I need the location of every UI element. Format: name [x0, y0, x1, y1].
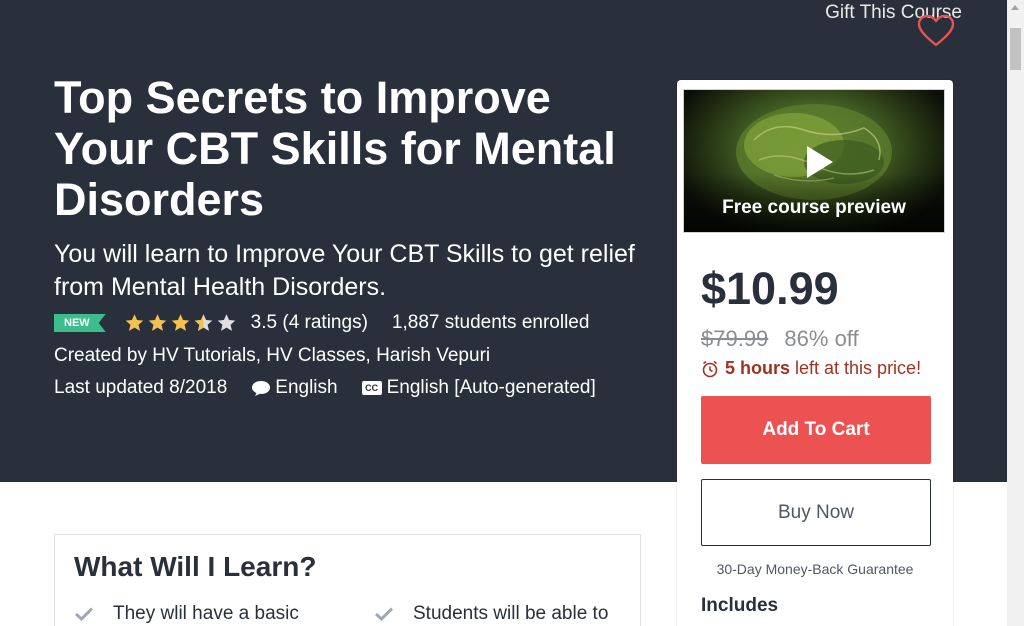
- check-icon: [375, 607, 393, 621]
- current-price: $10.99: [701, 263, 839, 314]
- add-to-cart-button[interactable]: Add To Cart: [701, 396, 931, 464]
- timer-hours: 5 hours: [725, 358, 791, 378]
- sale-timer: 5 hours left at this price!: [701, 358, 921, 379]
- original-price: $79.99: [701, 326, 769, 351]
- purchase-sidebar: Free course preview $10.99 $79.99 86% of…: [677, 80, 953, 626]
- star-half-icon: [194, 314, 212, 331]
- rating-row: NEW 3.5 (4 ratings) 1,887 students enrol…: [54, 311, 589, 335]
- price-discount: $79.99 86% off: [701, 326, 859, 352]
- rating-text[interactable]: 3.5 (4 ratings): [251, 312, 368, 334]
- course-language: English: [275, 377, 338, 398]
- course-subtitle: You will learn to Improve Your CBT Skill…: [54, 240, 635, 301]
- star-rating: [124, 313, 239, 333]
- star-icon: [125, 314, 143, 331]
- learn-item: Students will be able to: [375, 603, 608, 625]
- preview-label: Free course preview: [722, 197, 906, 218]
- buy-now-button[interactable]: Buy Now: [701, 479, 931, 546]
- speech-bubble-icon: [252, 381, 271, 396]
- learn-item: They wlil have a basic: [75, 603, 299, 625]
- money-back-guarantee: 30-Day Money-Back Guarantee: [716, 561, 914, 577]
- learn-item-text: They wlil have a basic: [113, 603, 299, 624]
- instructors[interactable]: Created by HV Tutorials, HV Classes, Har…: [54, 345, 490, 367]
- course-preview[interactable]: Free course preview: [683, 89, 945, 233]
- course-captions: English [Auto-generated]: [386, 377, 596, 398]
- alarm-clock-icon: [702, 360, 718, 377]
- star-icon: [148, 314, 166, 331]
- check-icon: [75, 607, 93, 621]
- discount-percent: 86% off: [784, 326, 859, 351]
- heart-icon[interactable]: [917, 14, 955, 48]
- includes-heading: Includes: [701, 595, 779, 616]
- course-meta: Last updated 8/2018 English CC English […: [54, 377, 596, 399]
- what-will-i-learn: What Will I Learn? They wlil have a basi…: [54, 534, 641, 626]
- scroll-up-arrow-icon[interactable]: [1011, 5, 1019, 10]
- scroll-thumb[interactable]: [1010, 28, 1021, 70]
- learn-title: What Will I Learn?: [74, 551, 317, 582]
- star-icon: [171, 314, 189, 331]
- last-updated: Last updated 8/2018: [54, 377, 228, 398]
- star-empty-icon: [217, 314, 235, 331]
- enrolled-count: 1,887 students enrolled: [391, 312, 590, 333]
- play-icon[interactable]: [795, 140, 839, 184]
- vertical-scrollbar[interactable]: [1007, 0, 1024, 626]
- course-title: Top Secrets to Improve Your CBT Skills f…: [54, 72, 616, 225]
- timer-text: left at this price!: [795, 358, 922, 378]
- new-badge: NEW: [54, 314, 106, 332]
- closed-captions-icon: CC: [361, 381, 382, 395]
- learn-item-text: Students will be able to: [413, 603, 609, 624]
